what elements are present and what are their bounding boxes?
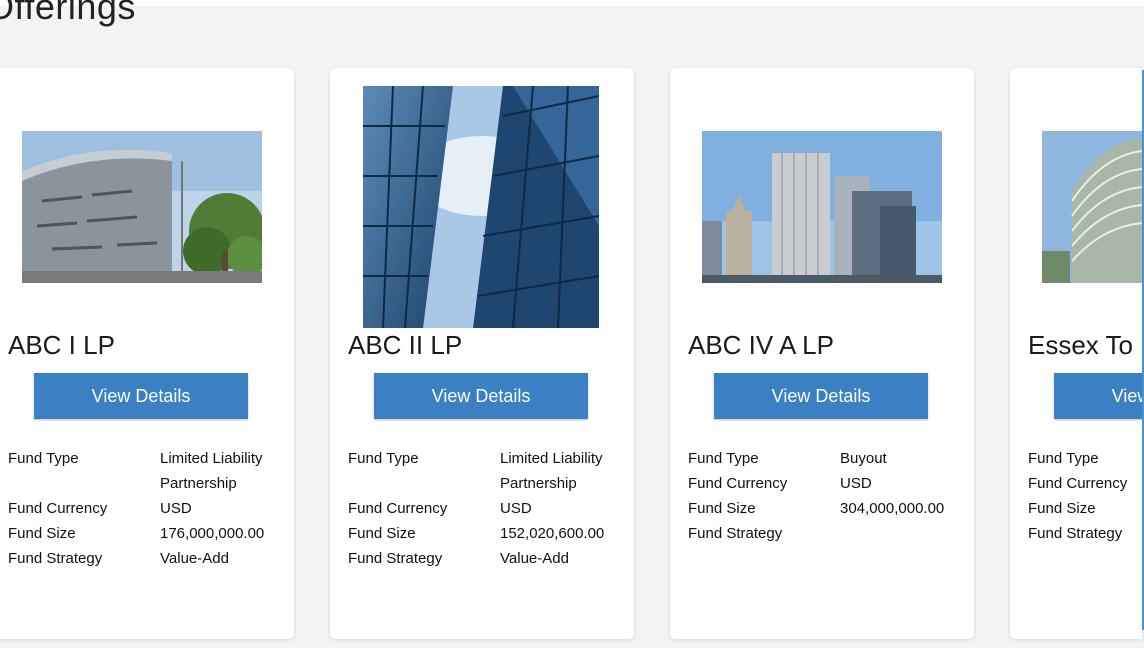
fund-size-row: Fund Size 152,020,600.00	[348, 521, 610, 546]
view-details-button[interactable]: View Details	[714, 373, 928, 419]
fund-size-value: 304,000,000.00	[840, 500, 945, 517]
fund-strategy-label: Fund Strategy	[688, 525, 783, 542]
fund-card: ABC IV A LP View Details Fund Type Buyou…	[670, 68, 974, 639]
fund-size-row: Fund Size 304,000,000.00	[688, 496, 950, 521]
fund-size-label: Fund Size	[1028, 500, 1096, 517]
page-title: Offerings	[0, 0, 136, 27]
fund-type-row: Fund Type Limited Liability Partnership	[8, 446, 270, 496]
fund-image	[22, 131, 262, 283]
view-details-button[interactable]: View Details	[374, 373, 588, 419]
fund-currency-row: Fund Currency USD	[688, 471, 950, 496]
fund-strategy-row: Fund Strategy Value-Add	[348, 546, 610, 571]
fund-size-value: 152,020,600.00	[500, 525, 605, 542]
fund-size-row: Fund Size 176,000,000.00	[8, 521, 270, 546]
fund-currency-label: Fund Currency	[1028, 475, 1128, 492]
fund-strategy-value: Value-Add	[500, 550, 569, 567]
fund-details: Fund Type Fund Currency Fund Size Fund S…	[1028, 446, 1142, 546]
fund-details: Fund Type Limited Liability Partnership …	[8, 446, 270, 571]
fund-size-value: 176,000,000.00	[160, 525, 265, 542]
fund-card: Essex To View Details Fund Type Fund Cur…	[1010, 68, 1142, 639]
fund-type-value: Buyout	[840, 450, 887, 467]
fund-strategy-row: Fund Strategy	[1028, 521, 1142, 546]
fund-type-label: Fund Type	[348, 450, 419, 467]
fund-image	[363, 86, 599, 328]
fund-image	[702, 131, 942, 283]
fund-currency-value: USD	[160, 500, 192, 517]
fund-card: ABC I LP View Details Fund Type Limited …	[0, 68, 294, 639]
fund-currency-label: Fund Currency	[8, 500, 108, 517]
fund-currency-value: USD	[500, 500, 532, 517]
fund-type-row: Fund Type Buyout	[688, 446, 950, 471]
fund-details: Fund Type Limited Liability Partnership …	[348, 446, 610, 571]
fund-size-label: Fund Size	[688, 500, 756, 517]
fund-name[interactable]: Essex To	[1028, 330, 1133, 361]
fund-size-label: Fund Size	[348, 525, 416, 542]
fund-size-label: Fund Size	[8, 525, 76, 542]
fund-size-row: Fund Size	[1028, 496, 1142, 521]
fund-details: Fund Type Buyout Fund Currency USD Fund …	[688, 446, 950, 546]
fund-type-label: Fund Type	[1028, 450, 1099, 467]
fund-strategy-value: Value-Add	[160, 550, 229, 567]
fund-currency-row: Fund Currency	[1028, 471, 1142, 496]
fund-name[interactable]: ABC I LP	[8, 330, 115, 361]
fund-type-label: Fund Type	[8, 450, 79, 467]
fund-strategy-label: Fund Strategy	[1028, 525, 1123, 542]
fund-strategy-row: Fund Strategy Value-Add	[8, 546, 270, 571]
fund-type-value: Limited Liability Partnership	[160, 450, 263, 492]
fund-strategy-label: Fund Strategy	[8, 550, 103, 567]
fund-card: ABC II LP View Details Fund Type Limited…	[330, 68, 634, 639]
fund-strategy-row: Fund Strategy	[688, 521, 950, 546]
fund-currency-label: Fund Currency	[688, 475, 788, 492]
fund-strategy-label: Fund Strategy	[348, 550, 443, 567]
fund-type-row: Fund Type	[1028, 446, 1142, 471]
fund-strategy-value	[840, 521, 950, 546]
fund-name[interactable]: ABC II LP	[348, 330, 462, 361]
fund-currency-value: USD	[840, 475, 872, 492]
fund-type-row: Fund Type Limited Liability Partnership	[348, 446, 610, 496]
fund-currency-row: Fund Currency USD	[8, 496, 270, 521]
fund-currency-label: Fund Currency	[348, 500, 448, 517]
fund-type-value: Limited Liability Partnership	[500, 450, 603, 492]
fund-currency-row: Fund Currency USD	[348, 496, 610, 521]
fund-type-label: Fund Type	[688, 450, 759, 467]
fund-image	[1042, 131, 1142, 283]
view-details-button[interactable]: View Details	[1054, 373, 1142, 419]
fund-name[interactable]: ABC IV A LP	[688, 330, 834, 361]
view-details-button[interactable]: View Details	[34, 373, 248, 419]
